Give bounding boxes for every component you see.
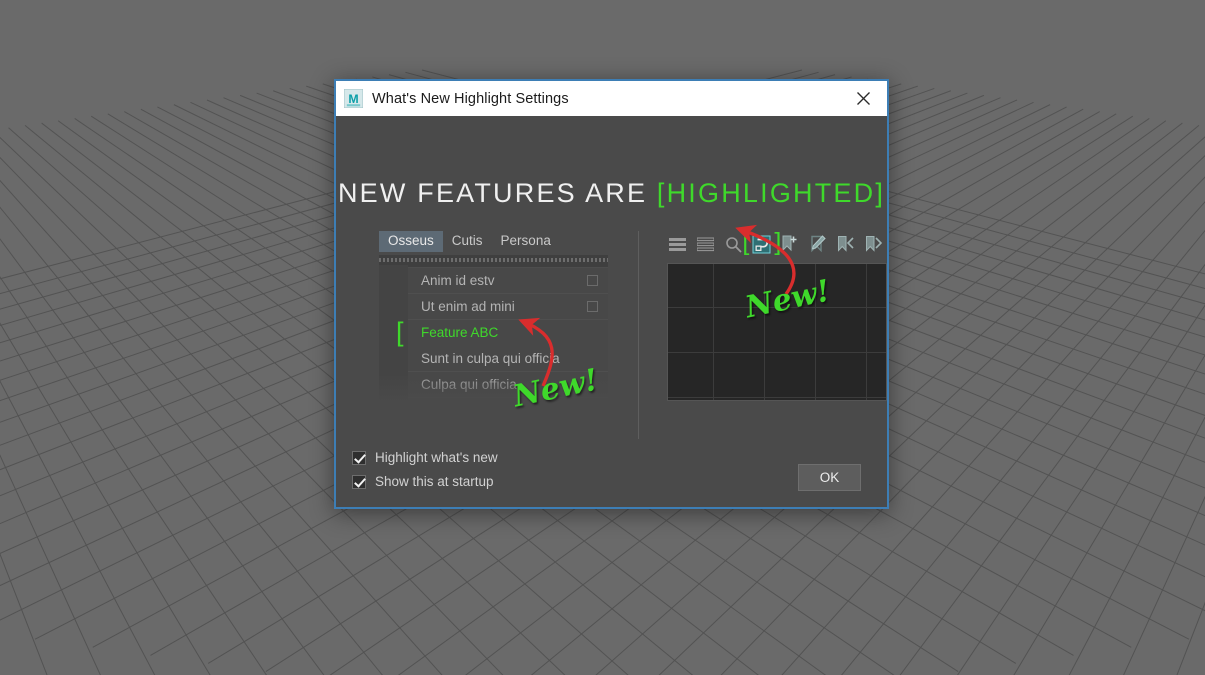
right-pane: [ ] [667, 229, 888, 439]
edit-key-icon[interactable] [807, 234, 828, 255]
dialog-body: NEW FEATURES ARE [HIGHLIGHTED] Osseus Cu… [336, 116, 888, 507]
close-icon[interactable] [841, 82, 885, 115]
list-item-highlighted[interactable]: [ Feature ABC ] [396, 319, 608, 346]
panel-drag-handle[interactable] [379, 258, 609, 268]
tab-osseus[interactable]: Osseus [379, 231, 443, 252]
list-item-checkbox[interactable] [587, 275, 599, 286]
tab-cutis[interactable]: Cutis [443, 231, 492, 252]
prev-key-icon[interactable] [835, 234, 856, 255]
ok-button[interactable]: OK [798, 464, 861, 491]
list-item-label: Feature ABC [421, 325, 499, 340]
search-icon[interactable] [723, 234, 744, 255]
dialog-footer: Highlight what's new Show this at startu… [336, 450, 887, 507]
maya-logo-icon: M [344, 89, 363, 108]
page-title: NEW FEATURES ARE [HIGHLIGHTED] [336, 178, 887, 209]
list-item[interactable]: Culpa qui officia [408, 372, 609, 398]
highlight-bracket-left: [ [396, 317, 404, 347]
headline-highlighted: [HIGHLIGHTED] [656, 178, 886, 208]
icon-toolbar: [ ] [667, 229, 887, 257]
snap-object-icon[interactable]: [ ] [742, 229, 781, 255]
next-key-icon[interactable] [863, 234, 884, 255]
dialog-title: What's New Highlight Settings [372, 90, 569, 107]
preview-grid-lines [668, 264, 887, 400]
options-group: Highlight what's new Show this at startu… [352, 450, 498, 491]
whats-new-dialog: M What's New Highlight Settings NEW FEAT… [334, 79, 889, 509]
feature-list: Anim id estv Ut enim ad mini [ Feature A… [396, 268, 609, 407]
list-item-label: Culpa qui officia [421, 377, 517, 392]
show-at-startup-label: Show this at startup [375, 474, 494, 489]
pane-divider [638, 231, 640, 439]
left-pane: Osseus Cutis Persona Anim id estv Ut eni… [379, 231, 609, 439]
feature-list-panel: Anim id estv Ut enim ad mini [ Feature A… [379, 255, 609, 407]
list-lines-icon[interactable] [695, 234, 716, 255]
highlight-whats-new-checkbox-row[interactable]: Highlight what's new [352, 450, 498, 465]
list-item-label: Sunt in culpa qui officia [421, 351, 560, 366]
show-at-startup-checkbox-row[interactable]: Show this at startup [352, 474, 498, 489]
list-rows-icon[interactable] [667, 234, 688, 255]
highlight-whats-new-checkbox[interactable] [352, 450, 366, 465]
tab-persona[interactable]: Persona [492, 231, 560, 252]
headline-plain: NEW FEATURES ARE [337, 178, 657, 208]
list-item[interactable]: Sunt in culpa qui officia [408, 346, 609, 372]
tab-bar: Osseus Cutis Persona [379, 231, 608, 252]
dialog-titlebar[interactable]: M What's New Highlight Settings [336, 81, 887, 116]
list-item[interactable]: Ut enim ad mini [408, 294, 609, 320]
list-item-label: Ut enim ad mini [421, 299, 515, 314]
list-item-label: Anim id estv [421, 273, 495, 288]
toolbar-highlight-bracket-left: [ [742, 227, 750, 256]
list-item[interactable]: Anim id estv [408, 268, 609, 294]
list-item-checkbox[interactable] [587, 301, 599, 312]
show-at-startup-checkbox[interactable] [352, 474, 366, 489]
preview-grid-panel[interactable] [667, 263, 888, 401]
content-panes: Osseus Cutis Persona Anim id estv Ut eni… [336, 229, 888, 439]
highlight-whats-new-label: Highlight what's new [375, 450, 498, 465]
add-key-icon[interactable] [779, 234, 800, 255]
svg-text:M: M [348, 92, 358, 106]
